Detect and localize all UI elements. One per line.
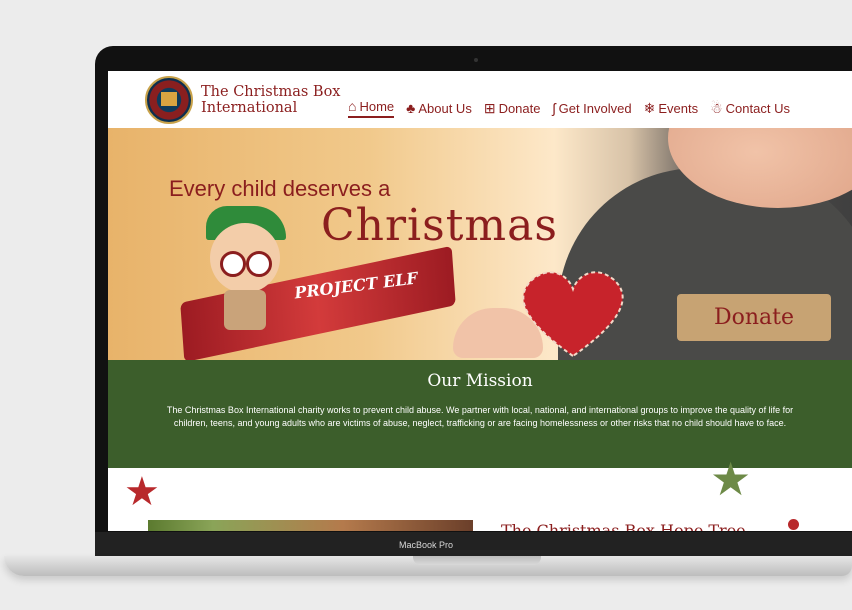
main-menu: ⌂ Home ♣ About Us ⊞ Donate ʃ Get Involve… — [348, 97, 790, 119]
nav-contact-us-label: Contact Us — [725, 100, 790, 116]
green-star-icon: ★ — [710, 452, 752, 506]
logo-house-icon — [161, 92, 177, 106]
hope-tree-photo — [148, 520, 473, 531]
site-logo[interactable] — [145, 76, 193, 124]
nav-events[interactable]: ❄ Events — [644, 100, 698, 117]
nav-events-label: Events — [658, 100, 699, 116]
hero-tagline: Every child deserves a — [169, 176, 391, 201]
tree-icon: ♣ — [406, 100, 416, 116]
elf-gift-image — [224, 290, 266, 330]
red-star-icon: ★ — [124, 469, 160, 515]
mission-title: Our Mission — [427, 371, 533, 391]
browser-viewport: The Christmas Box International ⌂ Home ♣… — [108, 71, 852, 531]
heart-image — [522, 271, 624, 358]
hero-headline: Christmas — [321, 200, 558, 251]
snowflake-icon: ❄ — [643, 99, 656, 116]
gift-icon: ⊞ — [483, 99, 496, 116]
nav-home[interactable]: ⌂ Home — [348, 98, 395, 118]
gingerbread-icon: ☃ — [710, 99, 723, 116]
nav-get-involved-label: Get Involved — [558, 100, 632, 116]
nav-get-involved[interactable]: ʃ Get Involved — [552, 100, 631, 116]
site-name[interactable]: The Christmas Box International — [201, 84, 340, 116]
elf-glasses-left — [220, 251, 246, 277]
nav-home-label: Home — [359, 98, 395, 114]
hope-tree-heading: The Christmas Box Hope Tree — [501, 521, 746, 531]
lower-section: ★ ★ The Christmas Box Hope Tree — [108, 456, 852, 531]
site-header: The Christmas Box International ⌂ Home ♣… — [108, 71, 852, 128]
hero-banner: Every child deserves a Christmas PROJECT… — [108, 128, 852, 360]
site-name-line1: The Christmas Box — [201, 84, 341, 100]
nav-donate[interactable]: ⊞ Donate — [484, 100, 541, 117]
laptop-notch — [413, 556, 541, 565]
candy-cane-icon: ʃ — [552, 100, 556, 116]
ornament-dot — [788, 519, 799, 530]
elf-glasses-right — [246, 251, 272, 277]
site-name-line2: International — [201, 100, 298, 116]
house-icon: ⌂ — [348, 98, 357, 114]
hero-donate-button[interactable]: Donate — [677, 294, 831, 341]
nav-about-us[interactable]: ♣ About Us — [406, 100, 472, 116]
device-label: MacBook Pro — [398, 540, 454, 550]
nav-donate-label: Donate — [498, 100, 541, 116]
mission-text: The Christmas Box International charity … — [166, 405, 794, 428]
nav-about-us-label: About Us — [418, 100, 472, 116]
camera — [474, 58, 478, 62]
nav-contact-us[interactable]: ☃ Contact Us — [710, 100, 790, 117]
